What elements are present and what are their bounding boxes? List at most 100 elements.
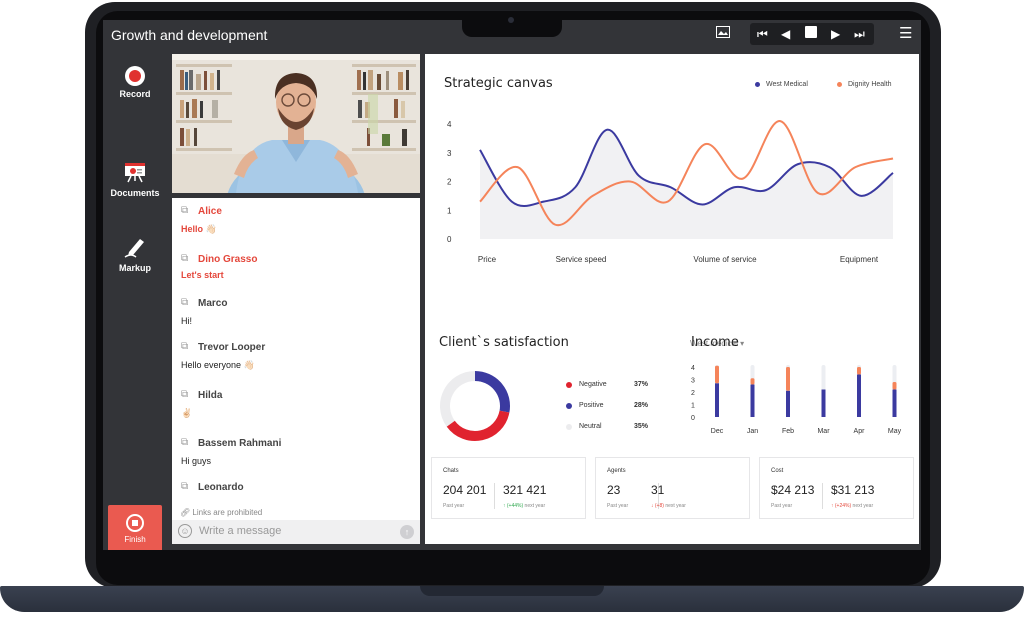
- bar-segment: [750, 378, 755, 385]
- bar-segment: [715, 365, 719, 384]
- sender-name: Alice: [181, 205, 222, 217]
- x-tick-label: Price: [478, 255, 497, 264]
- satisfaction-title: Client`s satisfaction: [439, 335, 569, 350]
- emoji-icon[interactable]: ☺: [178, 524, 192, 538]
- camera-icon: [508, 17, 514, 23]
- pen-icon: [123, 236, 147, 260]
- image-icon[interactable]: [716, 26, 730, 42]
- card-value-next: $31 213: [831, 483, 875, 497]
- app-title: Growth and development: [111, 27, 268, 43]
- card-caption-next: next year: [852, 503, 874, 509]
- send-icon[interactable]: ↑: [400, 525, 414, 539]
- satisfaction-donut-chart: [440, 371, 510, 441]
- x-tick-label: Service speed: [556, 255, 607, 264]
- series-area: [480, 129, 893, 239]
- record-button[interactable]: Record: [103, 66, 167, 99]
- sender-name: Leonardo: [181, 481, 244, 493]
- sender-name: Hilda: [181, 389, 222, 401]
- documents-button[interactable]: Documents: [103, 161, 167, 198]
- y-tick-label: 3: [691, 378, 695, 385]
- previous-icon[interactable]: ◀: [781, 26, 790, 42]
- card-delta: ↑ (+44%): [503, 503, 524, 509]
- app-screen: Growth and development ⏮ ◀ ▶ ⏭ ☰ Record …: [103, 20, 921, 550]
- markup-label: Markup: [118, 263, 151, 273]
- camera-notch: [462, 11, 562, 37]
- chat-message: Dino Grasso Let's start: [181, 253, 257, 280]
- message-composer[interactable]: ☺ Write a message ↑: [172, 520, 420, 544]
- card-value-next: 321 421: [503, 483, 547, 497]
- message-input[interactable]: Write a message: [199, 525, 281, 537]
- donut-slice: [446, 410, 510, 441]
- card-divider: [822, 483, 823, 509]
- card-value-past: $24 213: [771, 483, 815, 497]
- chat-message: Alice Hello 👋🏻: [181, 205, 222, 235]
- dashboard: Strategic canvas West Medical Dignity He…: [425, 54, 919, 544]
- finish-button[interactable]: Finish: [108, 505, 162, 550]
- chat-message: Marco Hi!: [181, 297, 227, 326]
- card-value-past: 23: [607, 483, 621, 497]
- sender-name: Bassem Rahmani: [181, 437, 281, 449]
- message-text: ✌🏻: [181, 408, 193, 418]
- message-text: Hi guys: [181, 456, 212, 466]
- bar-segment: [750, 384, 755, 417]
- card-title: Agents: [607, 468, 626, 474]
- skip-forward-icon[interactable]: ⏭: [854, 26, 865, 42]
- x-tick-label: Equipment: [840, 255, 879, 264]
- row-label: Neutral: [579, 423, 602, 430]
- playback-controls: ⏮ ◀ ▶ ⏭: [750, 23, 874, 45]
- chat-message: Leonardo: [181, 481, 244, 493]
- links-notice: 🔗︎ Links are prohibited: [180, 508, 262, 517]
- card-value-next: 31: [651, 483, 665, 497]
- left-rail: Record Documents Markup Finish: [103, 50, 167, 550]
- markup-button[interactable]: Markup: [103, 236, 167, 273]
- income-chart: 0 1 2 3 4 Dec Jan Feb Mar Apr May: [691, 365, 902, 435]
- record-label: Record: [119, 89, 151, 99]
- links-notice-text: Links are prohibited: [192, 508, 263, 517]
- skip-back-icon[interactable]: ⏮: [757, 26, 768, 42]
- message-text: Hello 👋🏻: [181, 224, 217, 234]
- chevron-down-icon: ▾: [740, 339, 745, 348]
- presentation-icon: [123, 161, 147, 185]
- bar-segment: [715, 383, 719, 417]
- bar-segment: [786, 367, 790, 391]
- row-label: Positive: [579, 402, 604, 409]
- chat-message: Bassem Rahmani Hi guys: [181, 437, 281, 466]
- video-feed: [172, 54, 420, 193]
- play-icon[interactable]: ▶: [831, 26, 840, 42]
- y-tick-label: 1: [691, 403, 695, 410]
- bar-segment: [857, 367, 861, 375]
- card-delta: ↑ (+24%): [831, 503, 852, 509]
- bar-segment: [786, 390, 790, 417]
- bar-segment: [857, 374, 861, 417]
- y-tick-label: 2: [447, 178, 452, 187]
- message-text: Hello everyone 👋🏻: [181, 360, 255, 370]
- income-title: Income: [691, 335, 739, 350]
- x-tick-label: Dec: [711, 428, 724, 435]
- card-caption-next: next year: [524, 503, 546, 509]
- sender-name: Marco: [181, 297, 227, 309]
- y-tick-label: 2: [691, 390, 695, 397]
- y-tick-label: 4: [447, 120, 452, 129]
- y-tick-label: 0: [447, 235, 452, 244]
- chat-message: Hilda ✌🏻: [181, 389, 222, 419]
- sender-name: Trevor Looper: [181, 341, 265, 353]
- x-tick-label: Mar: [817, 428, 830, 435]
- chat-panel: Alice Hello 👋🏻 Dino Grasso Let's start M…: [172, 198, 420, 520]
- card-title: Cost: [771, 468, 784, 474]
- card-caption-past: Past year: [443, 503, 465, 509]
- message-text: Hi!: [181, 316, 192, 326]
- stop-icon[interactable]: [805, 26, 817, 38]
- strategic-canvas-chart: 0 1 2 3 4 Price Service speed Volume of service…: [447, 120, 894, 264]
- card-value-past: 204 201: [443, 483, 487, 497]
- record-icon: [125, 66, 145, 86]
- card-caption-past: Past year: [607, 503, 629, 509]
- row-pct: 35%: [634, 423, 649, 430]
- row-pct: 37%: [634, 381, 649, 388]
- card-caption-next: next year: [665, 503, 686, 509]
- row-pct: 28%: [634, 402, 649, 409]
- x-tick-label: May: [888, 428, 902, 435]
- documents-label: Documents: [110, 188, 160, 198]
- donut-slice: [474, 371, 510, 413]
- menu-icon[interactable]: ☰: [899, 26, 912, 42]
- x-tick-label: Feb: [782, 428, 794, 435]
